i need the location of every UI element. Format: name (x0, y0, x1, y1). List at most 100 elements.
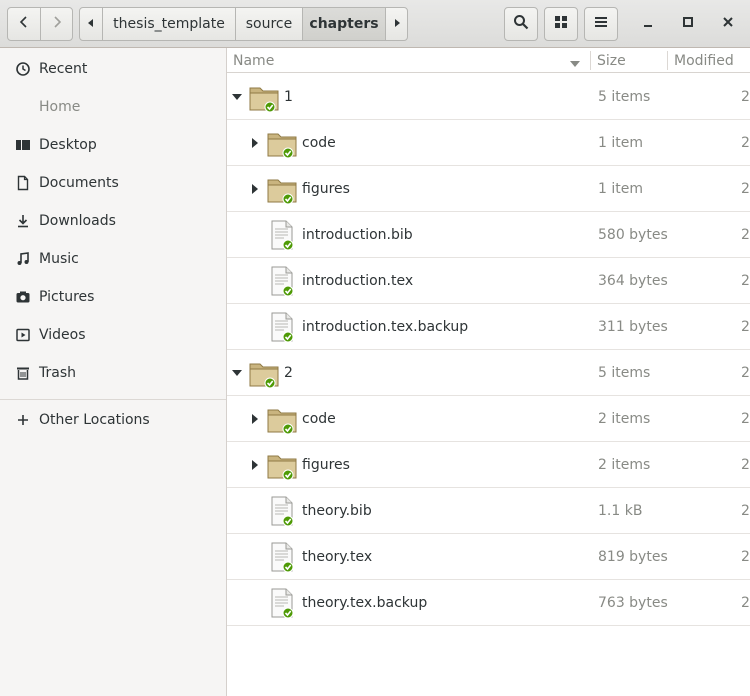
file-name: introduction.tex.backup (302, 319, 469, 335)
folder-icon (266, 403, 298, 435)
file-modified: 27 Jul (741, 595, 750, 611)
sidebar-item-videos[interactable]: Videos (0, 316, 226, 354)
expander-collapsed-icon[interactable] (250, 459, 260, 471)
download-icon (15, 213, 31, 229)
file-modified: 27 Jul (741, 503, 750, 519)
close-icon (722, 16, 734, 32)
column-headers: Name Size Modified (227, 48, 750, 73)
file-size: 1 item (598, 135, 643, 151)
file-modified: 27 Jul (741, 549, 750, 565)
sidebar-item-documents[interactable]: Documents (0, 164, 226, 202)
text-file-icon (266, 541, 298, 573)
expander-collapsed-icon[interactable] (250, 137, 260, 149)
music-icon (15, 251, 31, 267)
folder-icon (266, 127, 298, 159)
file-row[interactable]: theory.tex 819 bytes 27 Jul (227, 534, 750, 580)
view-toggle-button[interactable] (544, 7, 578, 41)
sidebar-item-music[interactable]: Music (0, 240, 226, 278)
file-name: theory.tex.backup (302, 595, 428, 611)
breadcrumb-item[interactable]: thesis_template (102, 8, 235, 40)
maximize-button[interactable] (671, 7, 705, 41)
path-scroll-left-button[interactable] (80, 8, 102, 40)
file-row[interactable]: introduction.tex.backup 311 bytes 27 Jul (227, 304, 750, 350)
search-button[interactable] (504, 7, 538, 41)
header-bar: thesis_template source chapters (0, 0, 750, 48)
sidebar-item-label: Trash (39, 365, 76, 381)
sidebar-item-downloads[interactable]: Downloads (0, 202, 226, 240)
file-size: 5 items (598, 365, 651, 381)
sidebar-item-home[interactable]: Home (0, 88, 226, 126)
triangle-right-icon (393, 16, 401, 32)
sidebar-item-label: Desktop (39, 137, 97, 153)
file-list-view: Name Size Modified 1 5 items 27 Jul code 1 i… (227, 48, 750, 696)
file-row[interactable]: theory.tex.backup 763 bytes 27 Jul (227, 580, 750, 626)
search-icon (513, 14, 529, 34)
minimize-button[interactable] (631, 7, 665, 41)
plus-icon (15, 412, 31, 428)
sidebar-item-other-locations[interactable]: Other Locations (0, 401, 226, 439)
file-name: 1 (284, 89, 293, 105)
file-row[interactable]: introduction.bib 580 bytes 27 Jul (227, 212, 750, 258)
file-row[interactable]: introduction.tex 364 bytes 27 Jul (227, 258, 750, 304)
file-modified: 27 Jul (741, 181, 750, 197)
sidebar-item-label: Pictures (39, 289, 95, 305)
sidebar-item-desktop[interactable]: Desktop (0, 126, 226, 164)
text-file-icon (266, 495, 298, 527)
hamburger-menu-icon (594, 15, 608, 33)
navigation-buttons (7, 7, 73, 41)
video-icon (15, 327, 31, 343)
file-modified: 27 Jul (741, 135, 750, 151)
folder-row[interactable]: 1 5 items 27 Jul (227, 74, 750, 120)
breadcrumb: thesis_template source chapters (79, 7, 408, 41)
path-scroll-right-button[interactable] (385, 8, 407, 40)
expander-collapsed-icon[interactable] (250, 183, 260, 195)
file-modified: 27 Jul (741, 411, 750, 427)
sidebar-item-recent[interactable]: Recent (0, 50, 226, 88)
folder-icon (248, 357, 280, 389)
file-name: 2 (284, 365, 293, 381)
expander-expanded-icon[interactable] (232, 367, 242, 379)
file-name: theory.bib (302, 503, 372, 519)
file-size: 1.1 kB (598, 503, 643, 519)
folder-row[interactable]: code 1 item 27 Jul (227, 120, 750, 166)
breadcrumb-item-current[interactable]: chapters (302, 8, 385, 40)
folder-row[interactable]: figures 1 item 27 Jul (227, 166, 750, 212)
home-icon (15, 99, 31, 115)
file-size: 311 bytes (598, 319, 668, 335)
folder-row[interactable]: 2 5 items 27 Jul (227, 350, 750, 396)
menu-button[interactable] (584, 7, 618, 41)
folder-row[interactable]: figures 2 items 27 Jul (227, 442, 750, 488)
file-name: code (302, 135, 336, 151)
camera-icon (15, 289, 31, 305)
triangle-left-icon (87, 16, 95, 32)
folder-row[interactable]: code 2 items 27 Jul (227, 396, 750, 442)
file-modified: 27 Jul (741, 365, 750, 381)
document-icon (15, 175, 31, 191)
breadcrumb-item[interactable]: source (235, 8, 302, 40)
file-size: 819 bytes (598, 549, 668, 565)
column-header-modified[interactable]: Modified (668, 48, 750, 73)
file-row[interactable]: theory.bib 1.1 kB 27 Jul (227, 488, 750, 534)
sidebar-item-label: Downloads (39, 213, 116, 229)
file-name: figures (302, 181, 350, 197)
expander-expanded-icon[interactable] (232, 91, 242, 103)
sidebar-item-label: Other Locations (39, 412, 150, 428)
file-modified: 27 Jul (741, 89, 750, 105)
sort-descending-icon (570, 56, 580, 72)
sidebar-item-label: Music (39, 251, 79, 267)
file-size: 763 bytes (598, 595, 668, 611)
text-file-icon (266, 587, 298, 619)
back-button[interactable] (8, 8, 40, 40)
file-modified: 27 Jul (741, 273, 750, 289)
expander-collapsed-icon[interactable] (250, 413, 260, 425)
desktop-icon (15, 137, 31, 153)
sidebar: Recent Home Desktop Documents Downloads … (0, 48, 227, 696)
forward-button[interactable] (40, 8, 72, 40)
column-header-name[interactable]: Name (227, 48, 589, 73)
column-header-size[interactable]: Size (591, 48, 667, 73)
sidebar-item-pictures[interactable]: Pictures (0, 278, 226, 316)
sidebar-item-trash[interactable]: Trash (0, 354, 226, 392)
file-size: 1 item (598, 181, 643, 197)
folder-icon (248, 81, 280, 113)
close-button[interactable] (711, 7, 745, 41)
